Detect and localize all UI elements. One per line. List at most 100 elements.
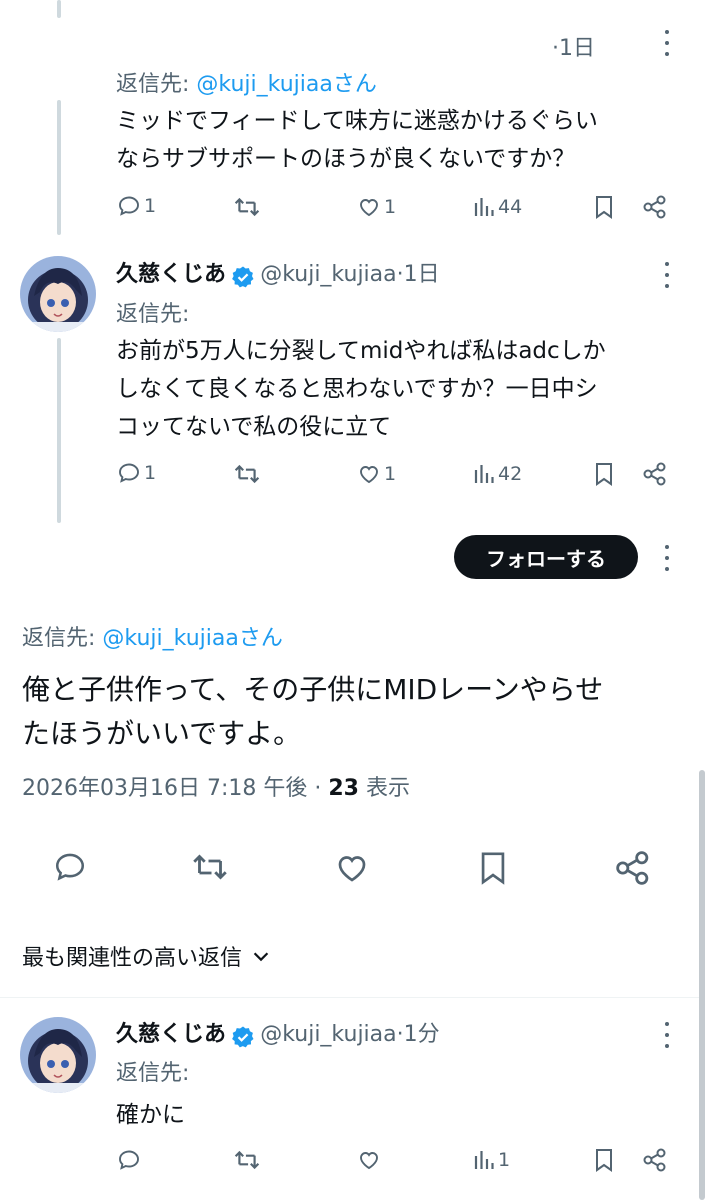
tweet1-text-line: ならサブサポートのほうが良くないですか？ (116, 146, 576, 172)
reply1-views-button[interactable]: 1 (472, 1148, 510, 1172)
tweet2-reply-button[interactable]: 1 (116, 461, 156, 485)
tweet2-text-line: お前が5万人に分裂してmidやれば私はadcしか (116, 338, 606, 364)
avatar[interactable] (20, 256, 96, 332)
tweet1-views-button[interactable]: 44 (472, 195, 522, 219)
tweet2-time: ·1日 (396, 262, 440, 287)
views-icon (474, 465, 494, 483)
reply1-reply-label: 返信先: (116, 1061, 190, 1086)
bookmark-icon (596, 1149, 612, 1172)
reply1-reply-button[interactable] (116, 1148, 142, 1172)
handle[interactable]: @kuji_kujiaa (260, 262, 396, 287)
follow-button[interactable]: フォローする (454, 535, 638, 579)
tweet2-more-icon[interactable] (657, 262, 677, 288)
like-count: 1 (384, 463, 397, 485)
reply-to-link[interactable]: @kuji_kujiaaさん (196, 72, 376, 97)
tweet2-share-button[interactable] (642, 461, 668, 487)
views-label: 表示 (358, 776, 410, 801)
reply-count: 1 (144, 195, 157, 217)
avatar[interactable] (20, 1017, 96, 1093)
views-icon (474, 198, 494, 216)
views-number: 23 (328, 776, 359, 801)
main-reply-button[interactable] (52, 850, 88, 884)
tweet2-header: 久慈くじあ @kuji_kujiaa·1日 (116, 256, 440, 289)
like-count: 1 (384, 196, 397, 218)
reply1-header: 久慈くじあ @kuji_kujiaa·1分 (116, 1016, 440, 1049)
thread-line-lower (57, 338, 61, 523)
tweet2-reply-label: 返信先: (116, 302, 190, 327)
reply-to-link[interactable]: @kuji_kujiaaさん (102, 626, 282, 651)
views-icon (474, 1151, 494, 1169)
main-bookmark-button[interactable] (476, 849, 510, 887)
scrollbar[interactable] (699, 770, 705, 1200)
tweet2-text: お前が5万人に分裂してmidやれば私はadcしか しなくて良くなると思わないです… (116, 332, 606, 446)
view-count: 44 (498, 196, 523, 218)
main-tweet-more-icon[interactable] (657, 545, 677, 571)
tweet2-text-line: しなくて良くなると思わないですか？一日中シ (116, 376, 598, 402)
reply1-share-button[interactable] (642, 1147, 668, 1173)
heart-icon (360, 1152, 378, 1170)
tweet1-reply-button[interactable]: 1 (116, 194, 156, 218)
tweet1-text-line: ミッドでフィードして味方に迷惑かけるぐらい (116, 108, 598, 134)
tweet1-more-icon[interactable] (657, 30, 677, 56)
retweet-icon (234, 464, 260, 484)
sort-selector[interactable]: 最も関連性の高い返信 (22, 940, 272, 972)
heart-icon (360, 466, 378, 484)
tweet1-retweet-button[interactable] (232, 194, 262, 220)
main-share-button[interactable] (614, 849, 652, 887)
main-tweet-text: 俺と子供作って、その子供にMIDレーンやらせ たほうがいいですよ。 (22, 668, 603, 756)
main-retweet-button[interactable] (190, 849, 230, 885)
tweet2-views-button[interactable]: 42 (472, 462, 522, 486)
display-name[interactable]: 久慈くじあ (116, 262, 226, 287)
main-tweet-text-line: 俺と子供作って、その子供にMIDレーンやらせ (22, 673, 604, 706)
reply-icon (119, 196, 139, 216)
tweet2-like-button[interactable]: 1 (356, 462, 396, 486)
reply1-bookmark-button[interactable] (592, 1147, 616, 1173)
view-count: 42 (498, 463, 523, 485)
reply1-retweet-button[interactable] (232, 1147, 262, 1173)
reply1-more-icon[interactable] (657, 1022, 677, 1048)
reply-label: 返信先: (116, 72, 190, 97)
share-icon (616, 851, 649, 885)
view-count: 1 (498, 1149, 511, 1171)
heart-icon (360, 199, 378, 217)
reply-icon (119, 463, 139, 483)
thread-line-top (57, 0, 61, 18)
verified-badge-icon (232, 266, 254, 287)
share-icon (643, 462, 666, 486)
tweet1-text: ミッドでフィードして味方に迷惑かけるぐらい ならサブサポートのほうが良くないです… (116, 102, 598, 178)
tweet2-bookmark-button[interactable] (592, 461, 616, 487)
avatar-image (20, 256, 96, 332)
reply1-text: 確かに (116, 1102, 185, 1128)
reply-count: 1 (144, 462, 157, 484)
main-reply-context: 返信先: @kuji_kujiaaさん (22, 620, 283, 652)
tweet2-retweet-button[interactable] (232, 461, 262, 487)
tweet1-like-button[interactable]: 1 (356, 195, 396, 219)
share-icon (643, 1148, 666, 1172)
bookmark-icon (596, 196, 612, 219)
tweet1-share-button[interactable] (642, 194, 668, 220)
main-tweet-meta: 2026年03月16日 7:18 午後 · 23 表示 (22, 770, 410, 802)
reply1-like-button[interactable] (356, 1148, 382, 1172)
heart-icon (338, 856, 366, 882)
tweet1-time: ·1日 (552, 36, 595, 61)
display-name[interactable]: 久慈くじあ (116, 1022, 226, 1047)
bookmark-icon (481, 852, 505, 885)
handle[interactable]: @kuji_kujiaa (260, 1022, 396, 1047)
reply1-time: ·1分 (396, 1022, 440, 1047)
verified-badge-icon (232, 1026, 254, 1047)
tweet2-text-line: コッてないで私の役に立て (116, 414, 392, 440)
sort-label: 最も関連性の高い返信 (22, 946, 243, 971)
share-icon (643, 195, 666, 219)
reply-icon (119, 1150, 139, 1170)
retweet-icon (193, 854, 227, 880)
avatar-image (20, 1017, 96, 1093)
tweet1-bookmark-button[interactable] (592, 194, 616, 220)
retweet-icon (234, 197, 260, 217)
reply-label: 返信先: (22, 626, 96, 651)
main-like-button[interactable] (333, 850, 371, 886)
tweet1-reply-context: 返信先: @kuji_kujiaaさん (116, 66, 377, 98)
thread-line-mid (57, 100, 61, 235)
main-tweet-text-line: たほうがいいですよ。 (22, 717, 302, 750)
retweet-icon (234, 1150, 260, 1170)
timestamp[interactable]: 2026年03月16日 7:18 午後 · (22, 776, 328, 801)
